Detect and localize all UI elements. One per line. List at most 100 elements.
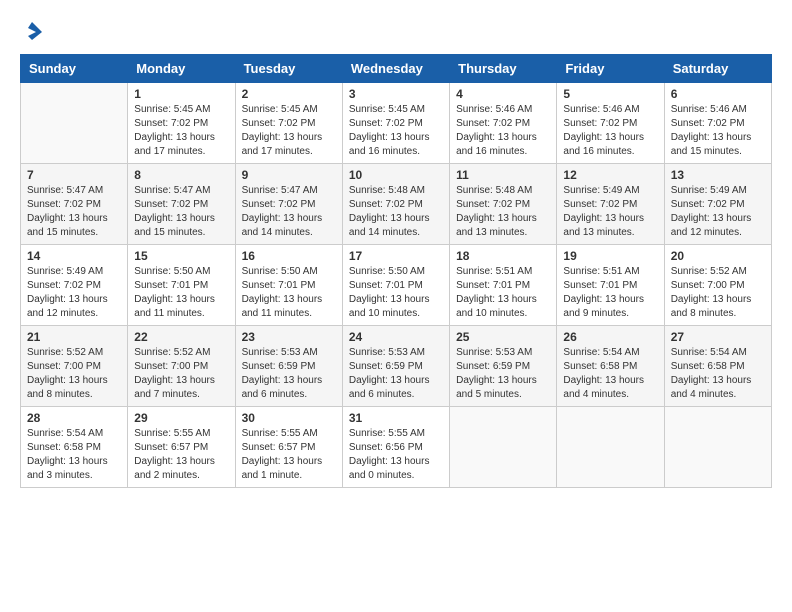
- day-number: 3: [349, 87, 443, 101]
- calendar-cell: 8 Sunrise: 5:47 AM Sunset: 7:02 PM Daylig…: [128, 164, 235, 245]
- cell-content: Sunrise: 5:46 AM Sunset: 7:02 PM Dayligh…: [456, 103, 550, 159]
- cell-content: Sunrise: 5:46 AM Sunset: 7:02 PM Dayligh…: [671, 103, 765, 159]
- day-number: 14: [27, 249, 121, 263]
- calendar-cell: 3Sunrise: 5:45 AM Sunset: 7:02 PM Daylig…: [342, 83, 449, 164]
- calendar-cell: 16 Sunrise: 5:50 AM Sunset: 7:01 PM Dayli…: [235, 245, 342, 326]
- cell-content: Sunrise: 5:46 AM Sunset: 7:02 PM Dayligh…: [563, 103, 657, 159]
- calendar-cell: 15 Sunrise: 5:50 AM Sunset: 7:01 PM Dayli…: [128, 245, 235, 326]
- calendar-cell: 17 Sunrise: 5:50 AM Sunset: 7:01 PM Dayli…: [342, 245, 449, 326]
- cell-content: Sunrise: 5:51 AM Sunset: 7:01 PM Dayligh…: [563, 265, 657, 321]
- day-number: 12: [563, 168, 657, 182]
- calendar-cell: 24 Sunrise: 5:53 AM Sunset: 6:59 PM Dayli…: [342, 326, 449, 407]
- day-number: 22: [134, 330, 228, 344]
- cell-content: Sunrise: 5:47 AM Sunset: 7:02 PM Dayligh…: [27, 184, 121, 240]
- day-number: 9: [242, 168, 336, 182]
- header: [20, 20, 772, 44]
- day-number: 1: [134, 87, 228, 101]
- day-number: 10: [349, 168, 443, 182]
- cell-content: Sunrise: 5:53 AM Sunset: 6:59 PM Dayligh…: [242, 346, 336, 402]
- day-number: 4: [456, 87, 550, 101]
- cell-content: Sunrise: 5:54 AM Sunset: 6:58 PM Dayligh…: [27, 427, 121, 483]
- day-number: 26: [563, 330, 657, 344]
- cell-content: Sunrise: 5:49 AM Sunset: 7:02 PM Dayligh…: [27, 265, 121, 321]
- day-number: 15: [134, 249, 228, 263]
- calendar-cell: [450, 407, 557, 488]
- day-number: 8: [134, 168, 228, 182]
- cell-content: Sunrise: 5:48 AM Sunset: 7:02 PM Dayligh…: [456, 184, 550, 240]
- cell-content: Sunrise: 5:52 AM Sunset: 7:00 PM Dayligh…: [134, 346, 228, 402]
- cell-content: Sunrise: 5:54 AM Sunset: 6:58 PM Dayligh…: [671, 346, 765, 402]
- column-header-thursday: Thursday: [450, 55, 557, 83]
- day-number: 17: [349, 249, 443, 263]
- calendar-week-row: 28 Sunrise: 5:54 AM Sunset: 6:58 PM Dayli…: [21, 407, 772, 488]
- calendar-cell: 21 Sunrise: 5:52 AM Sunset: 7:00 PM Dayli…: [21, 326, 128, 407]
- calendar-cell: 23Sunrise: 5:53 AM Sunset: 6:59 PM Dayli…: [235, 326, 342, 407]
- day-number: 11: [456, 168, 550, 182]
- cell-content: Sunrise: 5:55 AM Sunset: 6:56 PM Dayligh…: [349, 427, 443, 483]
- column-header-friday: Friday: [557, 55, 664, 83]
- calendar-cell: 28 Sunrise: 5:54 AM Sunset: 6:58 PM Dayli…: [21, 407, 128, 488]
- day-number: 6: [671, 87, 765, 101]
- cell-content: Sunrise: 5:49 AM Sunset: 7:02 PM Dayligh…: [563, 184, 657, 240]
- column-header-tuesday: Tuesday: [235, 55, 342, 83]
- calendar-cell: 5 Sunrise: 5:46 AM Sunset: 7:02 PM Daylig…: [557, 83, 664, 164]
- cell-content: Sunrise: 5:50 AM Sunset: 7:01 PM Dayligh…: [134, 265, 228, 321]
- calendar-cell: 7 Sunrise: 5:47 AM Sunset: 7:02 PM Daylig…: [21, 164, 128, 245]
- calendar-cell: 18 Sunrise: 5:51 AM Sunset: 7:01 PM Dayli…: [450, 245, 557, 326]
- calendar-cell: 10 Sunrise: 5:48 AM Sunset: 7:02 PM Dayli…: [342, 164, 449, 245]
- day-number: 21: [27, 330, 121, 344]
- calendar-cell: 12 Sunrise: 5:49 AM Sunset: 7:02 PM Dayli…: [557, 164, 664, 245]
- day-number: 13: [671, 168, 765, 182]
- cell-content: Sunrise: 5:55 AM Sunset: 6:57 PM Dayligh…: [242, 427, 336, 483]
- calendar-table: SundayMondayTuesdayWednesdayThursdayFrid…: [20, 54, 772, 488]
- calendar-cell: 22 Sunrise: 5:52 AM Sunset: 7:00 PM Dayli…: [128, 326, 235, 407]
- calendar-cell: 6 Sunrise: 5:46 AM Sunset: 7:02 PM Daylig…: [664, 83, 771, 164]
- day-number: 7: [27, 168, 121, 182]
- cell-content: Sunrise: 5:53 AM Sunset: 6:59 PM Dayligh…: [349, 346, 443, 402]
- calendar-header-row: SundayMondayTuesdayWednesdayThursdayFrid…: [21, 55, 772, 83]
- day-number: 28: [27, 411, 121, 425]
- logo-icon: [20, 20, 44, 44]
- calendar-cell: 20 Sunrise: 5:52 AM Sunset: 7:00 PM Dayli…: [664, 245, 771, 326]
- day-number: 29: [134, 411, 228, 425]
- cell-content: Sunrise: 5:47 AM Sunset: 7:02 PM Dayligh…: [134, 184, 228, 240]
- cell-content: Sunrise: 5:55 AM Sunset: 6:57 PM Dayligh…: [134, 427, 228, 483]
- column-header-monday: Monday: [128, 55, 235, 83]
- cell-content: Sunrise: 5:45 AM Sunset: 7:02 PM Dayligh…: [134, 103, 228, 159]
- calendar-cell: [557, 407, 664, 488]
- column-header-saturday: Saturday: [664, 55, 771, 83]
- calendar-cell: 2Sunrise: 5:45 AM Sunset: 7:02 PM Daylig…: [235, 83, 342, 164]
- cell-content: Sunrise: 5:54 AM Sunset: 6:58 PM Dayligh…: [563, 346, 657, 402]
- calendar-cell: 19 Sunrise: 5:51 AM Sunset: 7:01 PM Dayli…: [557, 245, 664, 326]
- calendar-cell: 27Sunrise: 5:54 AM Sunset: 6:58 PM Dayli…: [664, 326, 771, 407]
- cell-content: Sunrise: 5:50 AM Sunset: 7:01 PM Dayligh…: [349, 265, 443, 321]
- cell-content: Sunrise: 5:51 AM Sunset: 7:01 PM Dayligh…: [456, 265, 550, 321]
- calendar-cell: 9 Sunrise: 5:47 AM Sunset: 7:02 PM Daylig…: [235, 164, 342, 245]
- cell-content: Sunrise: 5:50 AM Sunset: 7:01 PM Dayligh…: [242, 265, 336, 321]
- calendar-week-row: 21 Sunrise: 5:52 AM Sunset: 7:00 PM Dayli…: [21, 326, 772, 407]
- calendar-cell: 29 Sunrise: 5:55 AM Sunset: 6:57 PM Dayli…: [128, 407, 235, 488]
- cell-content: Sunrise: 5:48 AM Sunset: 7:02 PM Dayligh…: [349, 184, 443, 240]
- day-number: 5: [563, 87, 657, 101]
- cell-content: Sunrise: 5:49 AM Sunset: 7:02 PM Dayligh…: [671, 184, 765, 240]
- calendar-week-row: 1 Sunrise: 5:45 AM Sunset: 7:02 PM Daylig…: [21, 83, 772, 164]
- calendar-cell: [21, 83, 128, 164]
- calendar-cell: 13 Sunrise: 5:49 AM Sunset: 7:02 PM Dayli…: [664, 164, 771, 245]
- logo: [20, 20, 48, 44]
- calendar-cell: 11 Sunrise: 5:48 AM Sunset: 7:02 PM Dayli…: [450, 164, 557, 245]
- day-number: 18: [456, 249, 550, 263]
- day-number: 30: [242, 411, 336, 425]
- calendar-cell: 26 Sunrise: 5:54 AM Sunset: 6:58 PM Dayli…: [557, 326, 664, 407]
- cell-content: Sunrise: 5:52 AM Sunset: 7:00 PM Dayligh…: [27, 346, 121, 402]
- cell-content: Sunrise: 5:45 AM Sunset: 7:02 PM Dayligh…: [242, 103, 336, 159]
- day-number: 31: [349, 411, 443, 425]
- day-number: 19: [563, 249, 657, 263]
- cell-content: Sunrise: 5:52 AM Sunset: 7:00 PM Dayligh…: [671, 265, 765, 321]
- day-number: 25: [456, 330, 550, 344]
- calendar-cell: [664, 407, 771, 488]
- day-number: 16: [242, 249, 336, 263]
- cell-content: Sunrise: 5:47 AM Sunset: 7:02 PM Dayligh…: [242, 184, 336, 240]
- day-number: 24: [349, 330, 443, 344]
- calendar-cell: 14 Sunrise: 5:49 AM Sunset: 7:02 PM Dayli…: [21, 245, 128, 326]
- day-number: 20: [671, 249, 765, 263]
